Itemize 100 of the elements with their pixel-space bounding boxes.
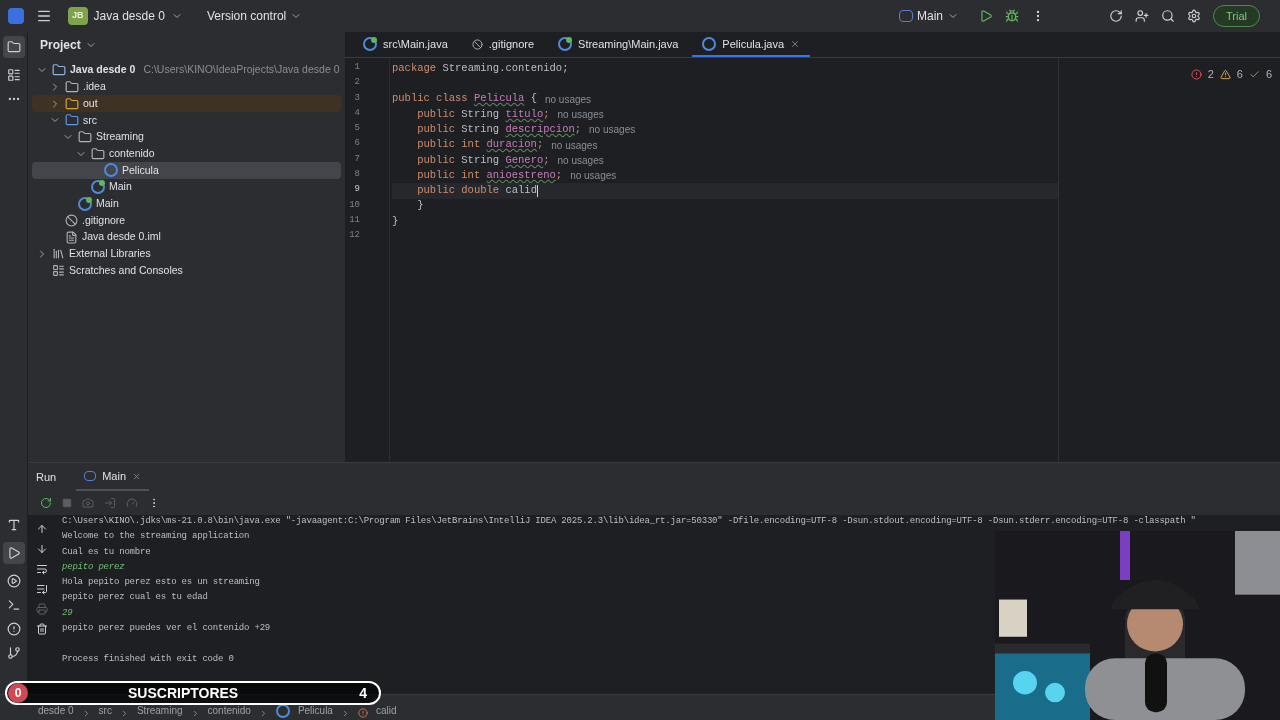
line-number: 5: [353, 122, 361, 136]
tree-item[interactable]: Pelicula: [32, 162, 341, 179]
soft-wrap-icon[interactable]: [36, 563, 48, 575]
down-icon[interactable]: [36, 543, 48, 555]
run-icon: [6, 546, 21, 560]
terminal-icon[interactable]: [6, 598, 21, 612]
vcs-menu[interactable]: Version control: [206, 7, 303, 25]
line-number: 12: [348, 229, 361, 243]
breadcrumb[interactable]: desde 0: [38, 703, 74, 718]
code-line: }: [416, 198, 425, 214]
line-number: 2: [353, 76, 361, 90]
line-number: 10: [348, 198, 361, 212]
tree-item[interactable]: Java desde 0.iml: [32, 228, 341, 246]
editor-tab[interactable]: Pelicula.java: [692, 33, 811, 57]
close-icon[interactable]: [790, 39, 801, 49]
console-line: Cual es tu nombre: [62, 545, 152, 559]
project-path: C:\Users\KINO\IdeaProjects\Java desde 0: [143, 62, 340, 78]
add-user-icon[interactable]: [1135, 9, 1149, 23]
breadcrumb[interactable]: Pelicula: [297, 703, 333, 718]
editor-tab[interactable]: src\Main.java: [353, 33, 458, 57]
field-icon: [357, 708, 368, 718]
panel-title[interactable]: Project: [32, 32, 341, 58]
console-line: Process finished with exit code 0: [62, 652, 235, 666]
scroll-to-end-icon[interactable]: [36, 583, 48, 595]
tree-label: .gitignore: [82, 212, 126, 228]
tree-item[interactable]: out: [32, 95, 341, 113]
rerun-icon[interactable]: [40, 497, 52, 509]
tree-item[interactable]: Streaming: [32, 128, 341, 146]
services-icon[interactable]: [6, 574, 21, 588]
tree-item[interactable]: Java desde 0 C:\Users\KINO\IdeaProjects\Java desde 0: [32, 62, 341, 79]
breadcrumb[interactable]: Streaming: [136, 703, 183, 718]
text-icon[interactable]: [6, 518, 21, 532]
breadcrumb[interactable]: contenido: [207, 703, 251, 718]
folder-icon: [6, 40, 21, 54]
code-line: public String descripcion; no usages: [416, 122, 637, 138]
text-cursor: [536, 185, 538, 197]
trial-button[interactable]: Trial: [1213, 4, 1260, 28]
counter-label: SUSCRIPTORES: [128, 683, 239, 703]
trash-icon[interactable]: [36, 623, 48, 635]
error-icon: [1190, 68, 1202, 80]
debug-icon[interactable]: [1005, 9, 1019, 23]
close-icon[interactable]: [132, 471, 142, 481]
line-number: 7: [353, 152, 361, 166]
up-icon[interactable]: [36, 523, 48, 535]
tree-label: External Libraries: [69, 246, 151, 262]
folder-icon: [65, 96, 79, 111]
line-number: 8: [353, 168, 361, 182]
git-icon[interactable]: [6, 646, 21, 660]
print-icon[interactable]: [36, 603, 48, 615]
run-tool-button[interactable]: [2, 542, 25, 564]
file-icon: [65, 230, 78, 244]
editor-tab[interactable]: Streaming\Main.java: [548, 33, 689, 57]
typo-icon: [1248, 68, 1260, 80]
tree-label: contenido: [109, 145, 155, 161]
menu-icon[interactable]: [36, 8, 52, 24]
console-line: pepito perez puedes ver el contenido +29: [62, 622, 272, 636]
typo-count: 6: [1265, 67, 1272, 82]
run-config-selector[interactable]: Main: [899, 7, 959, 25]
tree-item[interactable]: Main: [32, 178, 341, 196]
tree-item[interactable]: contenido: [32, 145, 341, 163]
tree-item[interactable]: Scratches and Consoles: [32, 262, 341, 279]
structure-icon[interactable]: [6, 68, 21, 82]
breadcrumb[interactable]: calid: [375, 703, 397, 718]
tree-item[interactable]: Main: [32, 195, 341, 213]
tree-label: Java desde 0.iml: [82, 229, 161, 245]
run-icon[interactable]: [979, 9, 993, 23]
search-icon[interactable]: [1161, 9, 1175, 23]
tree-label: out: [83, 95, 98, 111]
tree-label: Java desde 0: [70, 62, 136, 78]
project-badge: JB: [68, 7, 88, 25]
counter-value: 4: [359, 683, 367, 703]
tree-item[interactable]: .gitignore: [32, 212, 341, 229]
class-icon: [363, 37, 377, 51]
class-icon: [275, 704, 290, 718]
warning-count: 6: [1236, 67, 1243, 82]
module-icon: [52, 63, 66, 78]
project-tool-button[interactable]: [2, 36, 25, 58]
breadcrumb[interactable]: src: [98, 703, 112, 718]
class-icon: [91, 180, 105, 195]
class-icon: [558, 37, 573, 51]
code-line: public String Genero; no usages: [416, 152, 605, 168]
line-number: 6: [353, 137, 361, 151]
editor-tab[interactable]: .gitignore: [461, 33, 545, 57]
console-line: pepito perez: [62, 560, 126, 574]
code-line: }: [392, 213, 400, 229]
tree-item[interactable]: .idea: [32, 78, 341, 96]
tree-label: Main: [96, 195, 119, 211]
tree-item[interactable]: src: [32, 112, 341, 129]
project-selector[interactable]: JB Java desde 0: [68, 7, 183, 25]
tree-label: Streaming: [96, 129, 144, 145]
package-icon: [78, 130, 92, 145]
console-line: 29: [62, 606, 74, 620]
tree-label: Main: [109, 179, 132, 195]
console-line: C:\Users\KINO\.jdks\ms-21.0.8\bin\java.exe "-javaagent:C:\Program Files\JetBrains\IntelliJ IDEA 2025.2.3\lib\idea_rt.jar=50330" -Dfile.encoding=UTF-8 -Dsun.stdout.encoding=UTF-8 -Dsun.stderr.encoding=UTF-8 -classpath ": [62, 515, 1197, 528]
console-line: pepito perez cual es tu edad: [62, 591, 209, 605]
tree-label: .idea: [83, 79, 106, 95]
problems-icon[interactable]: [6, 622, 21, 636]
line-number: 1: [353, 61, 361, 74]
settings-icon[interactable]: [1187, 9, 1201, 23]
tree-item[interactable]: External Libraries: [32, 245, 341, 263]
